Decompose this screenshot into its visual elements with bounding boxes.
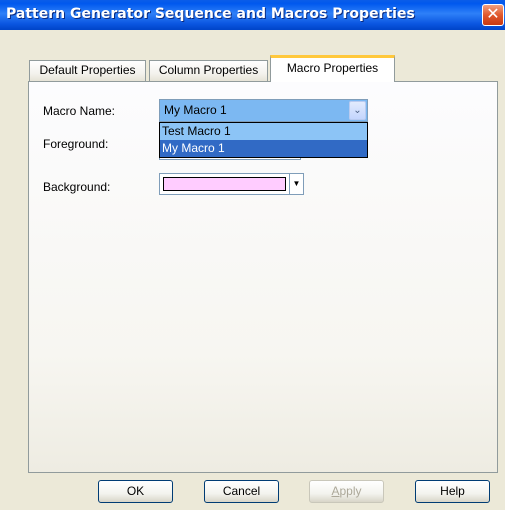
background-color-swatch[interactable] — [159, 173, 290, 195]
properties-dialog: Pattern Generator Sequence and Macros Pr… — [0, 0, 505, 510]
background-color-fill — [163, 177, 286, 191]
apply-mnemonic: A — [331, 484, 340, 498]
background-label: Background: — [43, 180, 111, 194]
ok-button[interactable]: OK — [98, 480, 173, 503]
tab-default-properties[interactable]: Default Properties — [29, 60, 146, 81]
macro-name-dropdown-button[interactable]: ⌄ — [349, 101, 366, 120]
title-bar[interactable]: Pattern Generator Sequence and Macros Pr… — [0, 0, 505, 30]
macro-name-label: Macro Name: — [43, 104, 116, 118]
dropdown-option-test-macro-1[interactable]: Test Macro 1 — [160, 123, 367, 140]
tab-macro-properties[interactable]: Macro Properties — [270, 55, 395, 82]
foreground-label: Foreground: — [43, 137, 109, 151]
apply-button[interactable]: Apply — [309, 480, 384, 503]
apply-label-rest: pply — [339, 484, 362, 498]
help-button[interactable]: Help — [415, 480, 490, 503]
close-button[interactable]: ✕ — [482, 4, 504, 26]
background-picker-arrow-button[interactable]: ▼ — [290, 173, 304, 195]
dropdown-arrow-icon: ▼ — [292, 179, 301, 188]
background-color-picker[interactable]: ▼ — [159, 173, 304, 195]
window-title: Pattern Generator Sequence and Macros Pr… — [6, 6, 415, 22]
macro-name-dropdown-list[interactable]: Test Macro 1 My Macro 1 — [159, 122, 368, 158]
tab-column-properties[interactable]: Column Properties — [149, 60, 268, 81]
macro-name-value: My Macro 1 — [164, 103, 227, 117]
macro-name-combobox[interactable]: My Macro 1 ⌄ — [159, 99, 368, 122]
chevron-down-icon: ⌄ — [353, 105, 362, 116]
close-icon: ✕ — [486, 6, 500, 23]
cancel-button[interactable]: Cancel — [204, 480, 279, 503]
dropdown-option-my-macro-1[interactable]: My Macro 1 — [160, 140, 367, 157]
